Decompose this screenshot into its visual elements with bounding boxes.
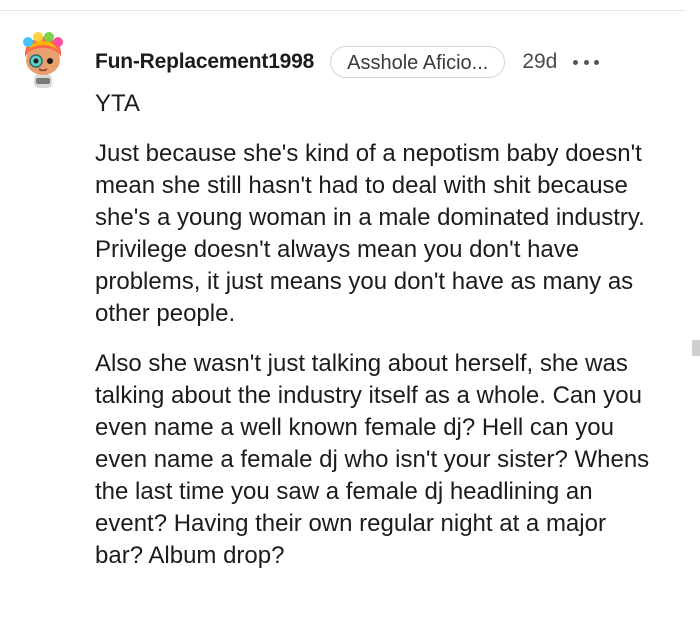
comment-body: YTA Just because she's kind of a nepotis… (95, 88, 655, 590)
comment-header: Fun-Replacement1998 Asshole Aficio... 29… (95, 44, 600, 80)
more-options-dot (583, 59, 589, 65)
comment-paragraph-verdict: YTA (95, 90, 140, 117)
username-link[interactable]: Fun-Replacement1998 (95, 50, 314, 74)
user-avatar-icon[interactable] (16, 30, 70, 92)
comment: Fun-Replacement1998 Asshole Aficio... 29… (0, 0, 700, 633)
user-flair-badge: Asshole Aficio... (330, 46, 506, 78)
more-options-icon[interactable] (573, 54, 600, 70)
comment-paragraph: Just because she's kind of a nepotism ba… (95, 140, 645, 327)
more-options-dot (573, 59, 579, 65)
more-options-dot (594, 59, 600, 65)
scrollbar-thumb[interactable] (692, 340, 700, 356)
comment-paragraph: Also she wasn't just talking about herse… (95, 350, 650, 569)
comment-timestamp[interactable]: 29d (522, 50, 557, 74)
